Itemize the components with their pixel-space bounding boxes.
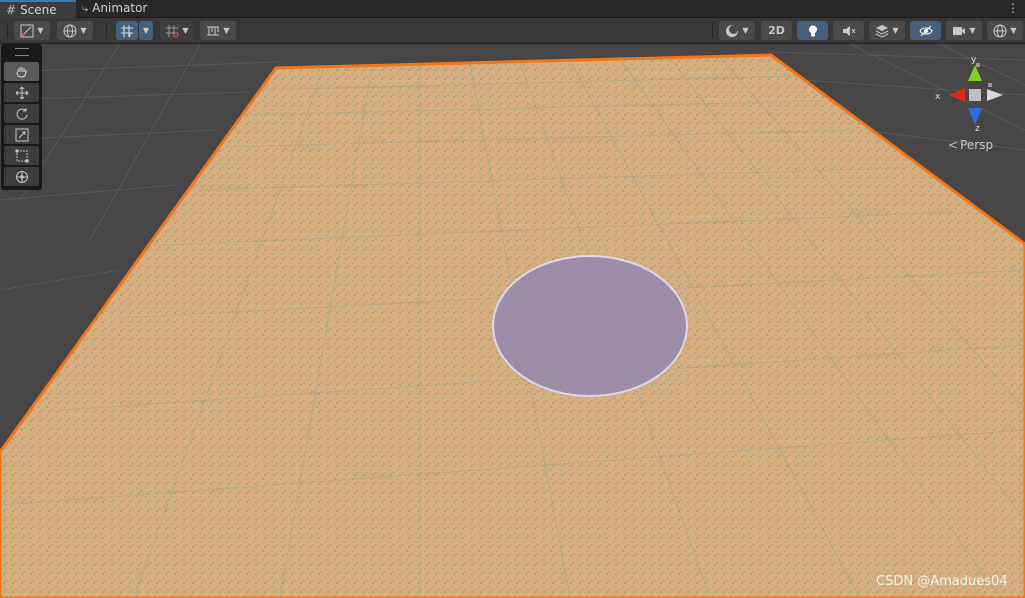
svg-text:Y: Y xyxy=(127,32,132,38)
hand-tool-button[interactable] xyxy=(4,62,39,81)
more-options-icon[interactable]: ⋮ xyxy=(1007,1,1019,15)
hidden-objects-button[interactable] xyxy=(910,21,941,40)
toolbar-separator xyxy=(712,23,713,38)
lighting-toggle-button[interactable] xyxy=(797,21,828,40)
camera-settings-button[interactable]: ▼ xyxy=(946,21,982,40)
orientation-gizmo[interactable] xyxy=(935,55,1010,137)
gizmo-x-cone[interactable] xyxy=(949,88,965,102)
tool-panel xyxy=(1,44,42,190)
camera-icon xyxy=(953,26,966,35)
eye-hidden-icon xyxy=(918,25,933,36)
increment-snap-button[interactable]: ▼ xyxy=(160,21,194,40)
chevron-down-icon: ▼ xyxy=(80,26,87,35)
gizmo-neg-z-cube xyxy=(988,83,992,87)
circle-selection-area[interactable] xyxy=(492,255,688,397)
gizmo-center-cube[interactable] xyxy=(969,89,981,101)
move-arrows-icon xyxy=(15,86,28,99)
tab-animator-label: Animator xyxy=(92,1,148,15)
speaker-muted-icon xyxy=(842,25,855,36)
toolbar-separator xyxy=(106,23,107,38)
gizmos-globe-icon xyxy=(993,24,1007,37)
transform-tool-button[interactable] xyxy=(4,167,39,186)
tab-scene-label: Scene xyxy=(20,2,57,17)
gizmos-button[interactable]: ▼ xyxy=(987,21,1023,40)
rotate-icon xyxy=(16,107,27,120)
watermark: CSDN @Amadues04 xyxy=(876,574,1008,589)
light-bulb-icon xyxy=(808,25,817,36)
gizmo-neg-y-cube xyxy=(976,63,980,67)
draw-mode-icon xyxy=(20,24,34,37)
scale-tool-button[interactable] xyxy=(4,125,39,144)
grid-snap-button[interactable]: Y xyxy=(116,21,138,40)
draw-mode-button[interactable]: ▼ xyxy=(14,21,50,40)
increment-snap-icon xyxy=(166,24,179,37)
effects-button[interactable]: ▼ xyxy=(869,21,905,40)
audio-toggle-button[interactable] xyxy=(833,21,864,40)
toggle-2d-button[interactable]: 2D xyxy=(761,21,792,40)
gizmo-x-label: x xyxy=(935,92,941,102)
tab-scene[interactable]: # Scene xyxy=(0,0,76,18)
ruler-icon xyxy=(207,26,220,35)
layers-icon xyxy=(876,24,889,38)
gizmo-y-cone[interactable] xyxy=(968,65,982,81)
move-tool-button[interactable] xyxy=(4,83,39,102)
grid-snap-icon: Y xyxy=(121,24,133,38)
chevron-down-icon: ▼ xyxy=(142,26,150,35)
transform-icon xyxy=(15,170,28,183)
grid-snap-dropdown[interactable]: ▼ xyxy=(139,21,153,40)
scale-icon xyxy=(15,128,28,141)
drag-handle-icon[interactable] xyxy=(15,48,29,56)
hand-icon xyxy=(16,66,26,78)
toggle-2d-label: 2D xyxy=(768,24,785,37)
projection-label: Persp xyxy=(960,138,994,152)
rotate-tool-button[interactable] xyxy=(4,104,39,123)
tab-bar: # Scene ⤷ Animator ⋮ xyxy=(0,0,1025,18)
chevron-down-icon: ▼ xyxy=(742,26,749,35)
gizmo-y-label: y xyxy=(971,55,977,65)
gizmo-z-cone[interactable] xyxy=(968,108,982,125)
grid-hash-icon: # xyxy=(6,2,17,17)
chevron-down-icon: ▼ xyxy=(37,26,44,35)
rect-transform-icon xyxy=(15,149,28,162)
shading-sphere-icon xyxy=(726,24,739,37)
scene-toolbar: ▼ ▼ Y ▼ ▼ ▼ ▼ 2D ▼ ▼ ▼ xyxy=(0,18,1025,44)
rect-tool-button[interactable] xyxy=(4,146,39,165)
chevron-down-icon: ▼ xyxy=(223,26,230,35)
perspective-icon: < xyxy=(948,138,959,152)
scene-viewport[interactable] xyxy=(0,44,1025,598)
chevron-down-icon: ▼ xyxy=(182,26,189,35)
snap-settings-button[interactable]: ▼ xyxy=(200,21,236,40)
gizmo-z-label: z xyxy=(975,124,980,134)
shading-mode-button[interactable]: ▼ xyxy=(719,21,755,40)
animator-icon: ⤷ xyxy=(82,2,89,15)
toolbar-separator xyxy=(7,23,8,38)
chevron-down-icon: ▼ xyxy=(969,26,976,35)
global-local-button[interactable]: ▼ xyxy=(57,21,93,40)
globe-icon xyxy=(63,24,77,37)
tab-animator[interactable]: ⤷ Animator xyxy=(82,0,147,17)
projection-toggle[interactable]: < Persp xyxy=(948,138,993,152)
gizmo-neg-x-cone[interactable] xyxy=(987,89,1003,101)
chevron-down-icon: ▼ xyxy=(1010,26,1017,35)
chevron-down-icon: ▼ xyxy=(892,26,899,35)
